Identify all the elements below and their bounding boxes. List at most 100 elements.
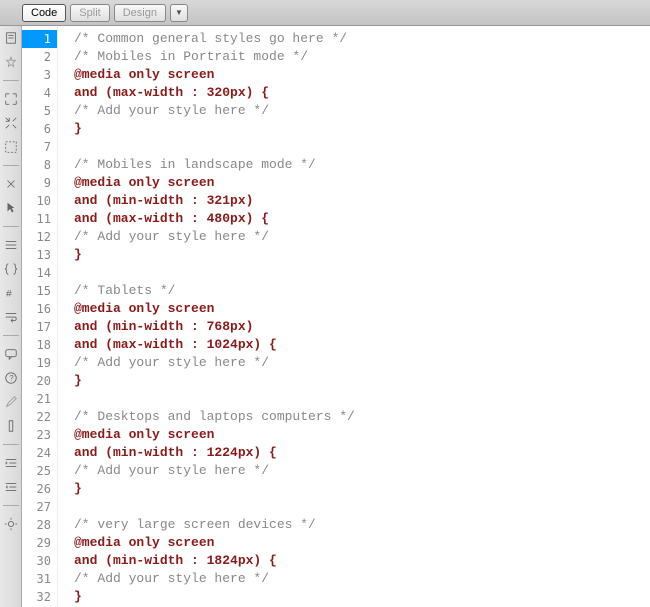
document-icon[interactable] — [3, 30, 19, 46]
line-number[interactable]: 26 — [22, 480, 57, 498]
code-line[interactable]: /* Mobiles in landscape mode */ — [74, 156, 650, 174]
code-line[interactable]: @media only screen — [74, 66, 650, 84]
line-number[interactable]: 22 — [22, 408, 57, 426]
code-line[interactable]: /* Common general styles go here */ — [74, 30, 650, 48]
code-line[interactable]: /* Add your style here */ — [74, 462, 650, 480]
line-number[interactable]: 28 — [22, 516, 57, 534]
code-line[interactable]: and (min-width : 768px) — [74, 318, 650, 336]
code-line[interactable] — [74, 390, 650, 408]
svg-text:?: ? — [9, 375, 14, 384]
separator — [3, 505, 19, 506]
code-line[interactable]: } — [74, 246, 650, 264]
separator — [3, 165, 19, 166]
line-number[interactable]: 18 — [22, 336, 57, 354]
line-number[interactable]: 9 — [22, 174, 57, 192]
design-view-button[interactable]: Design — [114, 4, 166, 22]
line-number[interactable]: 17 — [22, 318, 57, 336]
outdent-icon[interactable] — [3, 479, 19, 495]
line-number[interactable]: 25 — [22, 462, 57, 480]
line-number[interactable]: 19 — [22, 354, 57, 372]
code-line[interactable]: and (max-width : 320px) { — [74, 84, 650, 102]
line-number[interactable]: 27 — [22, 498, 57, 516]
list-icon[interactable] — [3, 237, 19, 253]
code-line[interactable]: @media only screen — [74, 534, 650, 552]
code-area[interactable]: /* Common general styles go here *//* Mo… — [58, 26, 650, 607]
code-line[interactable]: /* Add your style here */ — [74, 354, 650, 372]
line-number[interactable]: 2 — [22, 48, 57, 66]
line-number[interactable]: 7 — [22, 138, 57, 156]
code-line[interactable]: @media only screen — [74, 300, 650, 318]
line-number[interactable]: 32 — [22, 588, 57, 606]
code-line[interactable]: /* Add your style here */ — [74, 570, 650, 588]
line-number[interactable]: 6 — [22, 120, 57, 138]
separator — [3, 444, 19, 445]
code-line[interactable]: @media only screen — [74, 426, 650, 444]
code-line[interactable] — [74, 264, 650, 282]
line-number[interactable]: 15 — [22, 282, 57, 300]
code-line[interactable]: } — [74, 120, 650, 138]
svg-text:#: # — [5, 289, 11, 301]
line-number[interactable]: 1 — [22, 30, 57, 48]
line-number[interactable]: 16 — [22, 300, 57, 318]
line-number[interactable]: 12 — [22, 228, 57, 246]
code-line[interactable] — [74, 498, 650, 516]
line-number[interactable]: 23 — [22, 426, 57, 444]
help-icon[interactable]: ? — [3, 370, 19, 386]
code-line[interactable]: /* Add your style here */ — [74, 102, 650, 120]
line-number[interactable]: 20 — [22, 372, 57, 390]
collapse-icon[interactable] — [3, 115, 19, 131]
code-line[interactable]: /* Tablets */ — [74, 282, 650, 300]
chat-icon[interactable] — [3, 346, 19, 362]
separator — [3, 335, 19, 336]
line-number[interactable]: 21 — [22, 390, 57, 408]
view-dropdown-button[interactable]: ▼ — [170, 4, 188, 22]
code-view-button[interactable]: Code — [22, 4, 66, 22]
chevron-down-icon: ▼ — [175, 8, 183, 17]
line-number[interactable]: 11 — [22, 210, 57, 228]
code-line[interactable]: @media only screen — [74, 174, 650, 192]
code-line[interactable]: /* Add your style here */ — [74, 228, 650, 246]
code-editor[interactable]: 1234567891011121314151617181920212223242… — [22, 26, 650, 607]
code-line[interactable]: and (min-width : 1224px) { — [74, 444, 650, 462]
brush-icon[interactable] — [3, 394, 19, 410]
line-number[interactable]: 30 — [22, 552, 57, 570]
line-number[interactable]: 14 — [22, 264, 57, 282]
line-number[interactable]: 8 — [22, 156, 57, 174]
code-line[interactable]: and (min-width : 321px) — [74, 192, 650, 210]
code-line[interactable]: } — [74, 588, 650, 606]
line-number[interactable]: 31 — [22, 570, 57, 588]
wrap-icon[interactable] — [3, 309, 19, 325]
main-area: # ? 123456789101112131415161718192021222… — [0, 26, 650, 607]
indent-icon[interactable] — [3, 455, 19, 471]
braces-icon[interactable] — [3, 261, 19, 277]
settings-icon[interactable] — [3, 516, 19, 532]
code-line[interactable]: } — [74, 480, 650, 498]
code-line[interactable]: and (max-width : 480px) { — [74, 210, 650, 228]
code-line[interactable]: /* very large screen devices */ — [74, 516, 650, 534]
view-toolbar: Code Split Design ▼ — [0, 0, 650, 26]
code-line[interactable]: /* Mobiles in Portrait mode */ — [74, 48, 650, 66]
pointer-icon[interactable] — [3, 200, 19, 216]
code-line[interactable]: /* Desktops and laptops computers */ — [74, 408, 650, 426]
line-number[interactable]: 24 — [22, 444, 57, 462]
tag-icon[interactable] — [3, 176, 19, 192]
line-number[interactable]: 10 — [22, 192, 57, 210]
star-icon[interactable] — [3, 54, 19, 70]
line-number[interactable]: 29 — [22, 534, 57, 552]
side-toolbar: # ? — [0, 26, 22, 607]
line-number[interactable]: 4 — [22, 84, 57, 102]
line-gutter: 1234567891011121314151617181920212223242… — [22, 26, 58, 607]
expand-icon[interactable] — [3, 91, 19, 107]
separator — [3, 80, 19, 81]
line-number[interactable]: 5 — [22, 102, 57, 120]
line-number[interactable]: 13 — [22, 246, 57, 264]
tool-icon[interactable] — [3, 418, 19, 434]
code-line[interactable]: and (min-width : 1824px) { — [74, 552, 650, 570]
split-view-button[interactable]: Split — [70, 4, 109, 22]
line-number[interactable]: 3 — [22, 66, 57, 84]
select-icon[interactable] — [3, 139, 19, 155]
code-line[interactable]: } — [74, 372, 650, 390]
code-line[interactable]: and (max-width : 1024px) { — [74, 336, 650, 354]
code-line[interactable] — [74, 138, 650, 156]
hash-icon[interactable]: # — [3, 285, 19, 301]
